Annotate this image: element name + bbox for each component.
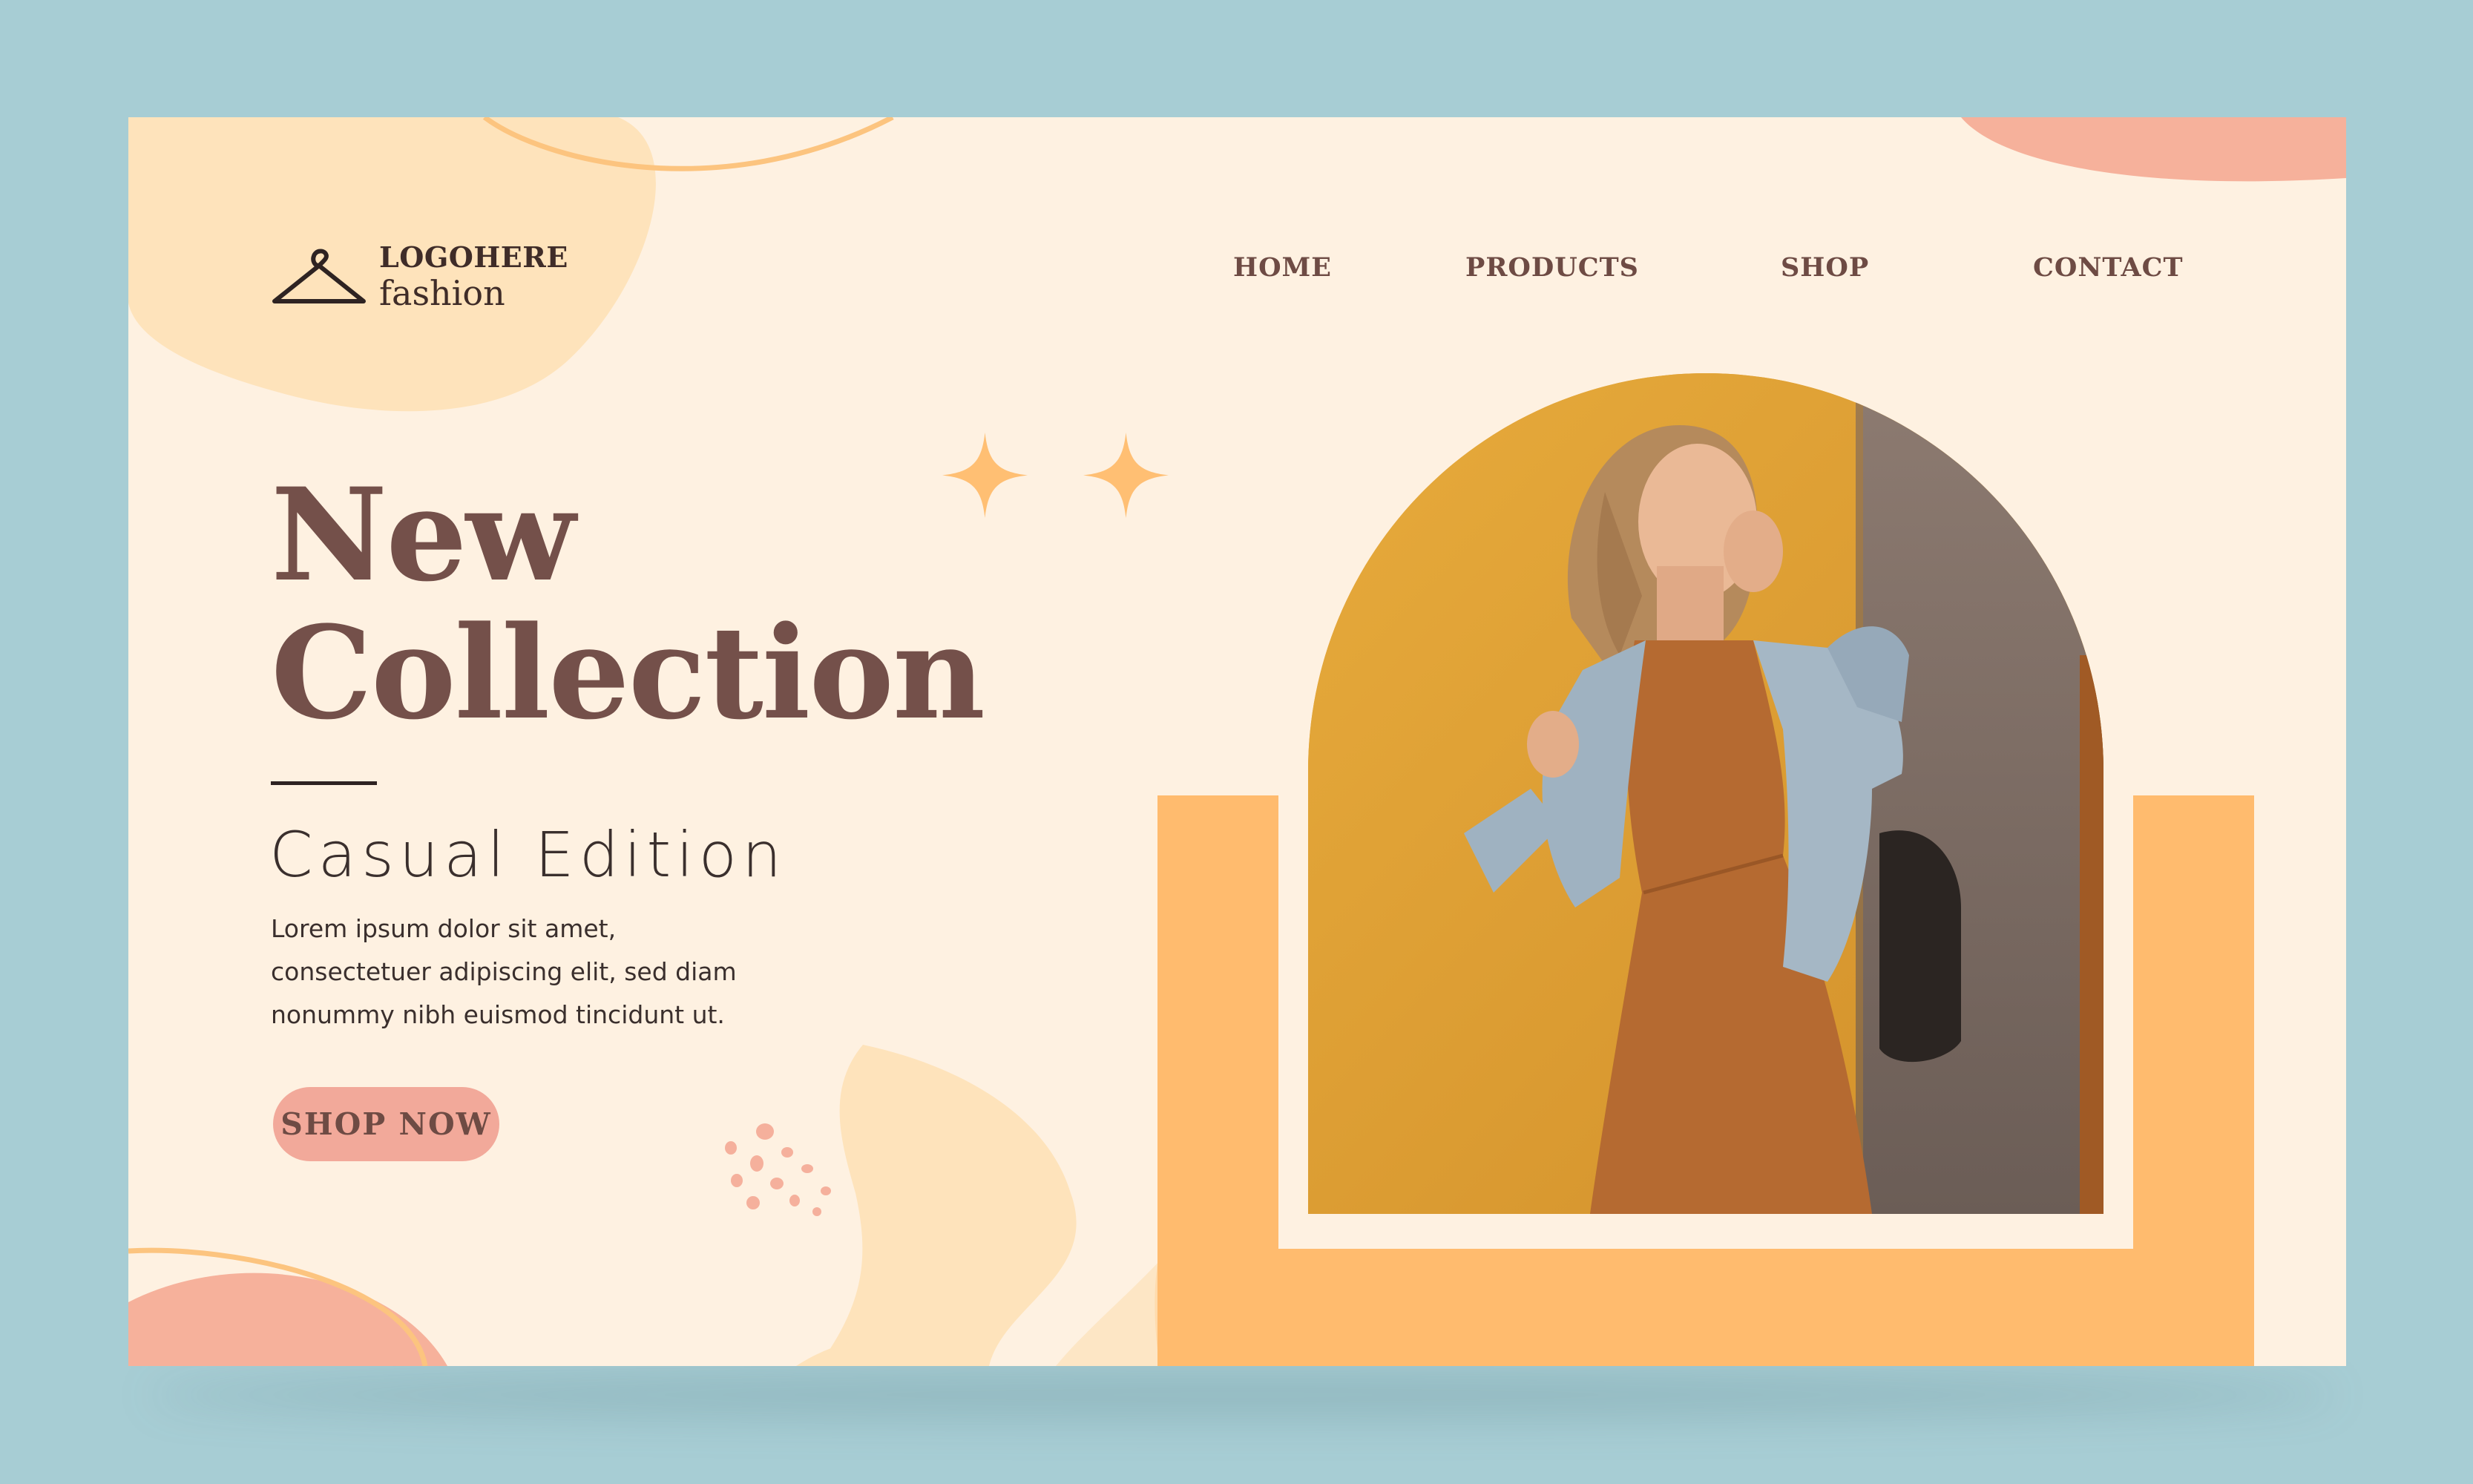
desc-line: nonummy nibh euismod tincidunt ut.	[271, 1000, 725, 1029]
nav-contact[interactable]: CONTACT	[2033, 252, 2184, 283]
hanger-icon	[272, 249, 366, 303]
title-divider	[271, 781, 377, 785]
logo-tagline: fashion	[379, 273, 505, 313]
desc-line: consectetuer adipiscing elit, sed diam	[271, 957, 737, 986]
nav-products[interactable]: PRODUCTS	[1465, 252, 1639, 283]
hero-description: Lorem ipsum dolor sit amet, consectetuer…	[271, 907, 805, 1037]
nav-shop[interactable]: SHOP	[1781, 252, 1869, 283]
sparkle-icon	[1083, 433, 1169, 518]
model-photo-illustration	[1308, 373, 2103, 1214]
nav-home[interactable]: HOME	[1233, 252, 1332, 283]
hero-title-line2: Collection	[271, 597, 985, 748]
hero-photo	[1308, 373, 2103, 1214]
logo-name: LOGOHERE	[379, 240, 568, 274]
dot-pattern	[725, 1123, 831, 1216]
hero-subtitle: Casual Edition	[269, 818, 787, 891]
hero-title: New Collection	[271, 466, 985, 742]
page-shadow	[148, 1373, 2337, 1417]
hero-title-line1: New	[271, 459, 576, 610]
frame-bottom-bar	[1157, 1249, 2254, 1366]
shop-now-button[interactable]: SHOP NOW	[273, 1087, 499, 1161]
landing-page: LOGOHERE fashion HOME PRODUCTS SHOP CONT…	[128, 117, 2346, 1366]
desc-line: Lorem ipsum dolor sit amet,	[271, 914, 617, 943]
brand-logo[interactable]: LOGOHERE fashion	[271, 243, 568, 310]
